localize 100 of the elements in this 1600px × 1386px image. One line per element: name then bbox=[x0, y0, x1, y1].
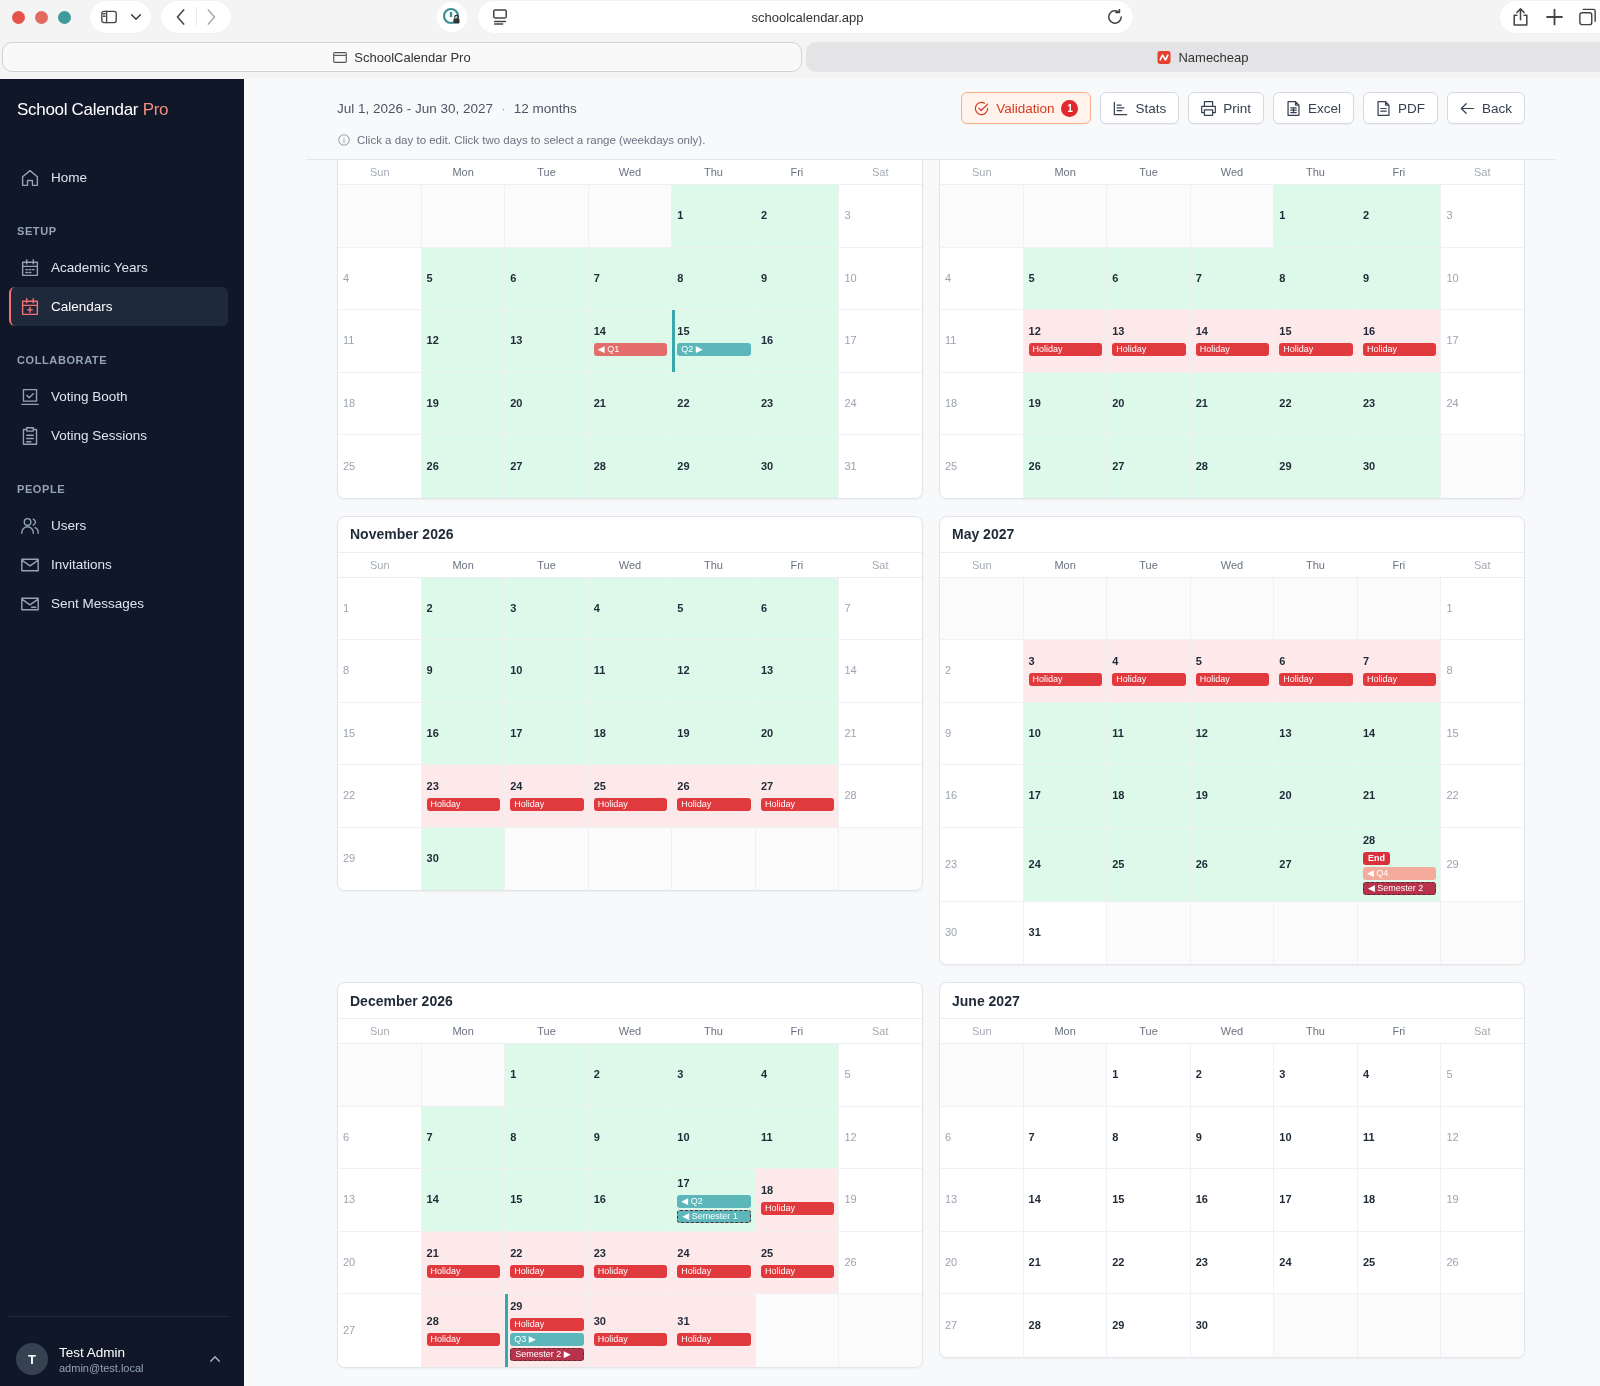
day-cell[interactable]: 13 bbox=[755, 640, 840, 702]
nav-item[interactable]: Voting Booth bbox=[9, 377, 228, 416]
day-cell[interactable]: 6 bbox=[505, 247, 589, 309]
day-cell[interactable]: 13 Holiday bbox=[1107, 310, 1191, 372]
day-cell[interactable]: 20 bbox=[1107, 372, 1191, 434]
day-cell[interactable]: 23 Holiday bbox=[588, 1231, 673, 1293]
day-cell[interactable]: 15 Holiday bbox=[1274, 310, 1358, 372]
day-cell[interactable]: 5 Holiday bbox=[1190, 640, 1275, 702]
day-cell[interactable]: 27 Holiday bbox=[755, 765, 840, 827]
day-cell[interactable]: 21 bbox=[588, 372, 673, 434]
day-cell[interactable]: 6 bbox=[755, 577, 840, 639]
day-cell[interactable]: 22 bbox=[672, 372, 756, 434]
day-cell[interactable]: 29 Holiday Q3 ▶ Semester 2 ▶ bbox=[505, 1294, 589, 1367]
day-cell[interactable]: 10 bbox=[672, 1106, 756, 1168]
day-cell[interactable]: 29 bbox=[672, 435, 756, 498]
day-cell[interactable]: 1 bbox=[672, 185, 756, 247]
day-cell[interactable]: 31 bbox=[1023, 901, 1108, 964]
browser-tab[interactable]: Namecheap bbox=[806, 42, 1600, 72]
new-tab-icon[interactable] bbox=[1545, 8, 1563, 26]
day-cell[interactable]: 7 bbox=[1190, 247, 1275, 309]
window-control-icon[interactable] bbox=[35, 10, 48, 24]
day-cell[interactable]: 3 bbox=[672, 1044, 756, 1106]
nav-item[interactable]: Home bbox=[9, 158, 228, 197]
day-cell[interactable]: 28 bbox=[588, 435, 673, 498]
day-cell[interactable]: 30 bbox=[1190, 1294, 1275, 1357]
day-cell[interactable]: 10 bbox=[505, 640, 589, 702]
day-cell[interactable]: 16 bbox=[421, 702, 506, 764]
day-cell[interactable]: 1 bbox=[505, 1044, 589, 1106]
day-cell[interactable]: 24 Holiday bbox=[672, 1231, 756, 1293]
day-cell[interactable]: 19 bbox=[1023, 372, 1108, 434]
day-cell[interactable]: 27 bbox=[1274, 827, 1358, 901]
window-control-icon[interactable] bbox=[58, 10, 71, 24]
day-cell[interactable]: 9 bbox=[755, 247, 840, 309]
stats-button[interactable]: Stats bbox=[1100, 92, 1180, 124]
day-cell[interactable]: 16 bbox=[755, 310, 840, 372]
nav-item[interactable]: Sent Messages bbox=[9, 584, 228, 623]
day-cell[interactable]: 9 bbox=[1357, 247, 1442, 309]
day-cell[interactable]: 13 bbox=[505, 310, 589, 372]
day-cell[interactable]: 24 bbox=[1023, 827, 1108, 901]
day-cell[interactable]: 15 bbox=[505, 1169, 589, 1231]
day-cell[interactable]: 25 bbox=[1107, 827, 1191, 901]
day-cell[interactable]: 28 bbox=[1023, 1294, 1108, 1357]
nav-item[interactable]: Calendars bbox=[9, 287, 228, 326]
day-cell[interactable]: 8 bbox=[672, 247, 756, 309]
day-cell[interactable]: 10 bbox=[1023, 702, 1108, 764]
day-cell[interactable]: 3 Holiday bbox=[1023, 640, 1108, 702]
day-cell[interactable]: 29 bbox=[1274, 435, 1358, 498]
day-cell[interactable]: 30 bbox=[421, 827, 506, 890]
day-cell[interactable]: 7 Holiday bbox=[1357, 640, 1442, 702]
day-cell[interactable]: 15 Q2 ▶ bbox=[672, 310, 756, 372]
day-cell[interactable]: 26 bbox=[421, 435, 506, 498]
day-cell[interactable]: 28 End ◀ Q4 ◀ Semester 2 bbox=[1357, 827, 1442, 901]
day-cell[interactable]: 12 bbox=[421, 310, 506, 372]
day-cell[interactable]: 25 Holiday bbox=[755, 1231, 840, 1293]
day-cell[interactable]: 29 bbox=[1107, 1294, 1191, 1357]
day-cell[interactable]: 9 bbox=[421, 640, 506, 702]
day-cell[interactable]: 1 bbox=[1274, 185, 1358, 247]
print-button[interactable]: Print bbox=[1188, 92, 1264, 124]
day-cell[interactable]: 23 bbox=[1357, 372, 1442, 434]
day-cell[interactable]: 5 bbox=[1023, 247, 1108, 309]
day-cell[interactable]: 17 bbox=[1023, 765, 1108, 827]
day-cell[interactable]: 16 bbox=[588, 1169, 673, 1231]
day-cell[interactable]: 11 bbox=[588, 640, 673, 702]
day-cell[interactable]: 5 bbox=[421, 247, 506, 309]
day-cell[interactable]: 3 bbox=[505, 577, 589, 639]
day-cell[interactable]: 23 Holiday bbox=[421, 765, 506, 827]
day-cell[interactable]: 21 bbox=[1357, 765, 1442, 827]
day-cell[interactable]: 28 Holiday bbox=[421, 1294, 506, 1367]
day-cell[interactable]: 11 bbox=[755, 1106, 840, 1168]
window-control-icon[interactable] bbox=[12, 10, 25, 24]
day-cell[interactable]: 17 bbox=[505, 702, 589, 764]
address-bar[interactable]: schoolcalendar.app bbox=[478, 1, 1133, 33]
day-cell[interactable]: 12 bbox=[672, 640, 756, 702]
sidebar-toggle-button[interactable] bbox=[90, 1, 151, 33]
nav-item[interactable]: Academic Years bbox=[9, 248, 228, 287]
excel-button[interactable]: Excel bbox=[1272, 92, 1354, 124]
day-cell[interactable]: 21 Holiday bbox=[421, 1231, 506, 1293]
day-cell[interactable]: 4 Holiday bbox=[1107, 640, 1191, 702]
day-cell[interactable]: 21 bbox=[1190, 372, 1275, 434]
day-cell[interactable]: 14 bbox=[1357, 702, 1442, 764]
day-cell[interactable]: 14 Holiday bbox=[1190, 310, 1275, 372]
day-cell[interactable]: 20 bbox=[755, 702, 840, 764]
day-cell[interactable]: 26 bbox=[1023, 435, 1108, 498]
share-icon[interactable] bbox=[1512, 8, 1529, 26]
day-cell[interactable]: 14 bbox=[421, 1169, 506, 1231]
day-cell[interactable]: 18 Holiday bbox=[755, 1169, 840, 1231]
day-cell[interactable]: 22 bbox=[1274, 372, 1358, 434]
day-cell[interactable]: 23 bbox=[755, 372, 840, 434]
day-cell[interactable]: 2 bbox=[1357, 185, 1442, 247]
day-cell[interactable]: 4 bbox=[588, 577, 673, 639]
reader-icon[interactable] bbox=[492, 9, 508, 25]
day-cell[interactable]: 25 Holiday bbox=[588, 765, 673, 827]
day-cell[interactable]: 17 ◀ Q2 ◀ Semester 1 bbox=[672, 1169, 756, 1231]
reload-icon[interactable] bbox=[1107, 9, 1123, 25]
day-cell[interactable]: 12 bbox=[1190, 702, 1275, 764]
day-cell[interactable]: 20 bbox=[1274, 765, 1358, 827]
day-cell[interactable]: 22 Holiday bbox=[505, 1231, 589, 1293]
day-cell[interactable]: 8 bbox=[1274, 247, 1358, 309]
day-cell[interactable]: 2 bbox=[755, 185, 840, 247]
day-cell[interactable]: 6 bbox=[1107, 247, 1191, 309]
